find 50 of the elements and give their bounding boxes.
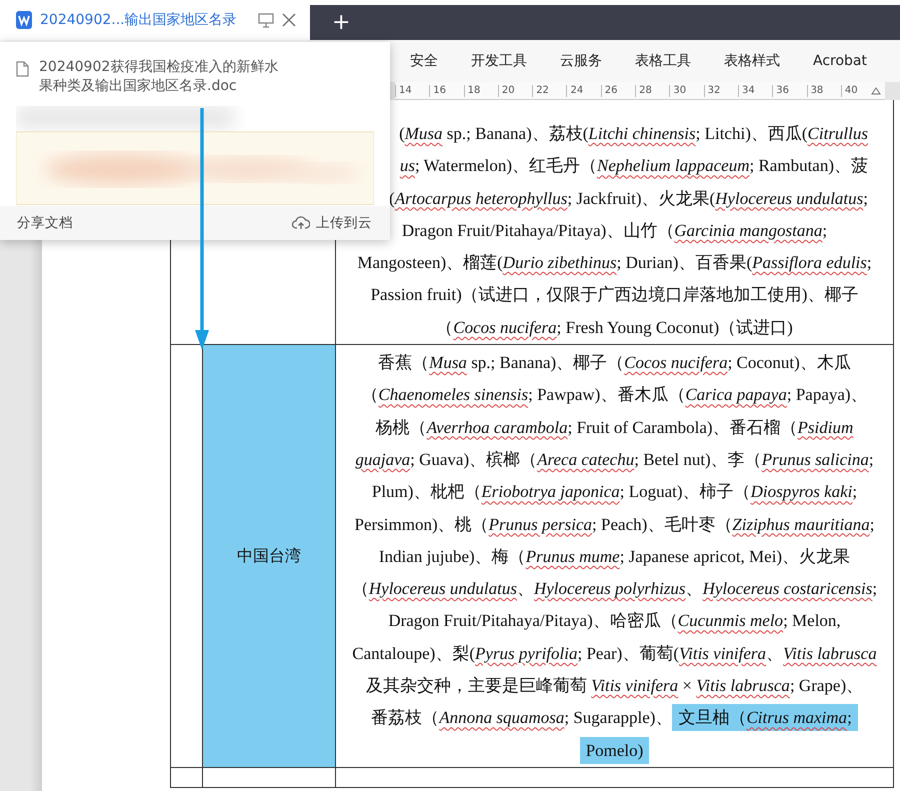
ruler-number: 24 (566, 84, 601, 96)
text-line: Plum)、枇杷（Eriobotrya japonica; Loguat)、柿子（Diospyros kaki; (372, 481, 858, 504)
monitor-icon[interactable] (258, 12, 274, 28)
text-line: 杨桃（Averrhoa carambola; Fruit of Carambola)、番石榴（Psidium (376, 416, 854, 439)
file-name: 20240902获得我国检疫准入的新鲜水果种类及输出国家地区名录.doc (39, 58, 279, 96)
text-line: Indian jujube)、梅（Prunus mume; Japanese apricot, Mei)、火龙果 (378, 546, 850, 568)
ribbon-tab[interactable]: 云服务 (560, 52, 602, 70)
ruler-number: 28 (635, 84, 670, 96)
ruler-number: 34 (738, 84, 772, 96)
upload-to-cloud-button[interactable]: 上传到云 (292, 214, 372, 232)
text-line: guajava; Guava)、槟榔（Areca catechu; Betel nut)、李（Prunus salicina; (355, 448, 874, 471)
text-line: Dragon Fruit/Pitahaya/Pitaya)、哈密瓜（Cucunmis melo; Melon, (388, 610, 841, 632)
text-line: 番荔枝（Annona squamosa; Sugarapple)、 文旦柚（Citrus maxima; (371, 702, 858, 735)
text-line: （Cocos nucifera; Fresh Young Coconut)（试进口) (436, 316, 793, 339)
ruler-number: 16 (429, 84, 464, 96)
share-document-link[interactable]: 分享文档 (17, 214, 292, 232)
text-line: Mangosteen)、榴莲(Durio zibethinus; Durian)、百香果(Passiflora edulis; (357, 252, 872, 274)
ruler-number: 22 (532, 84, 566, 96)
text-line: Cantaloupe)、梨(Pyrus pyrifolia; Pear)、葡萄(Vitis vinifera、Vitis labrusca (352, 642, 877, 665)
text-line: Dragon Fruit/Pitahaya/Pitaya)、山竹（Garcinia mangostana; (402, 220, 828, 242)
ruler-number: 30 (669, 84, 704, 96)
region-name: 中国台湾 (237, 546, 301, 566)
ribbon-tab[interactable]: Acrobat (813, 53, 867, 69)
tab-title: 20240902...输出国家地区名录 (40, 11, 238, 29)
ribbon-tab[interactable]: 安全 (410, 52, 438, 70)
cloud-upload-icon (292, 216, 310, 230)
text-line: Passion fruit)（试进口，仅限于广西边境口岸落地加工使用)、椰子 (370, 284, 858, 306)
ribbon-tab[interactable]: 开发工具 (471, 52, 527, 70)
text-line: (Musa sp.; Banana)、荔枝(Litchi chinensis; Litchi)、西瓜(Citrullus (399, 123, 868, 145)
text-line: us; Watermelon)、红毛丹（Nephelium lappaceum; Rambutan)、菠 (400, 155, 868, 178)
close-icon[interactable] (282, 13, 296, 27)
document-app-icon (16, 11, 32, 29)
text-line: （Hylocereus undulatus、Hylocereus polyrhizus、Hylocereus costaricensis; (352, 578, 878, 600)
ribbon-tab[interactable]: 表格工具 (635, 52, 691, 70)
ruler-number: 26 (600, 84, 636, 96)
text-line: (Artocarpus heterophyllus; Jackfruit)、火龙果(Hylocereus undulatus; (389, 188, 868, 210)
ruler-number: 18 (464, 84, 498, 96)
text-line: 及其杂交种，主要是巨峰葡萄 Vitis vinifera × Vitis labrusca; Grape)、 (366, 675, 864, 698)
new-tab-button[interactable]: + (328, 10, 354, 35)
text-line: （Chaenomeles sinensis; Pawpaw)、番木瓜（Carica papaya; Papaya)、 (361, 384, 868, 406)
ruler-number: 14 (395, 84, 430, 96)
ribbon-tab[interactable]: 表格样式 (724, 52, 780, 70)
file-icon (16, 61, 29, 77)
ruler-number: 32 (704, 84, 738, 96)
text-line: Persimmon)、桃（Prunus persica; Peach)、毛叶枣（Ziziphus mauritiana; (354, 514, 874, 536)
ruler-number: 20 (498, 84, 532, 96)
indent-marker-icon[interactable] (871, 86, 882, 95)
text-line: 香蕉（Musa sp.; Banana)、椰子（Cocos nucifera; Coconut)、木瓜 (378, 352, 851, 374)
ruler-number: 36 (772, 84, 807, 96)
ruler-number: 38 (806, 84, 841, 96)
